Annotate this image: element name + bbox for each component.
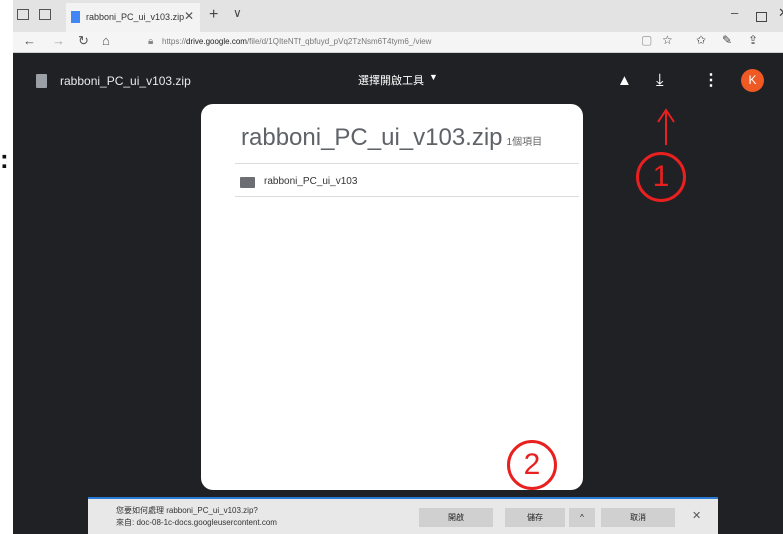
step-1-marker: 1 (636, 152, 686, 202)
annotation-arrow (657, 108, 675, 145)
page: : rabboni_PC_ui_v103.zip ✕ + ∨ – ✕ ← → ↻… (0, 0, 783, 534)
step-2-marker: 2 (507, 440, 557, 490)
